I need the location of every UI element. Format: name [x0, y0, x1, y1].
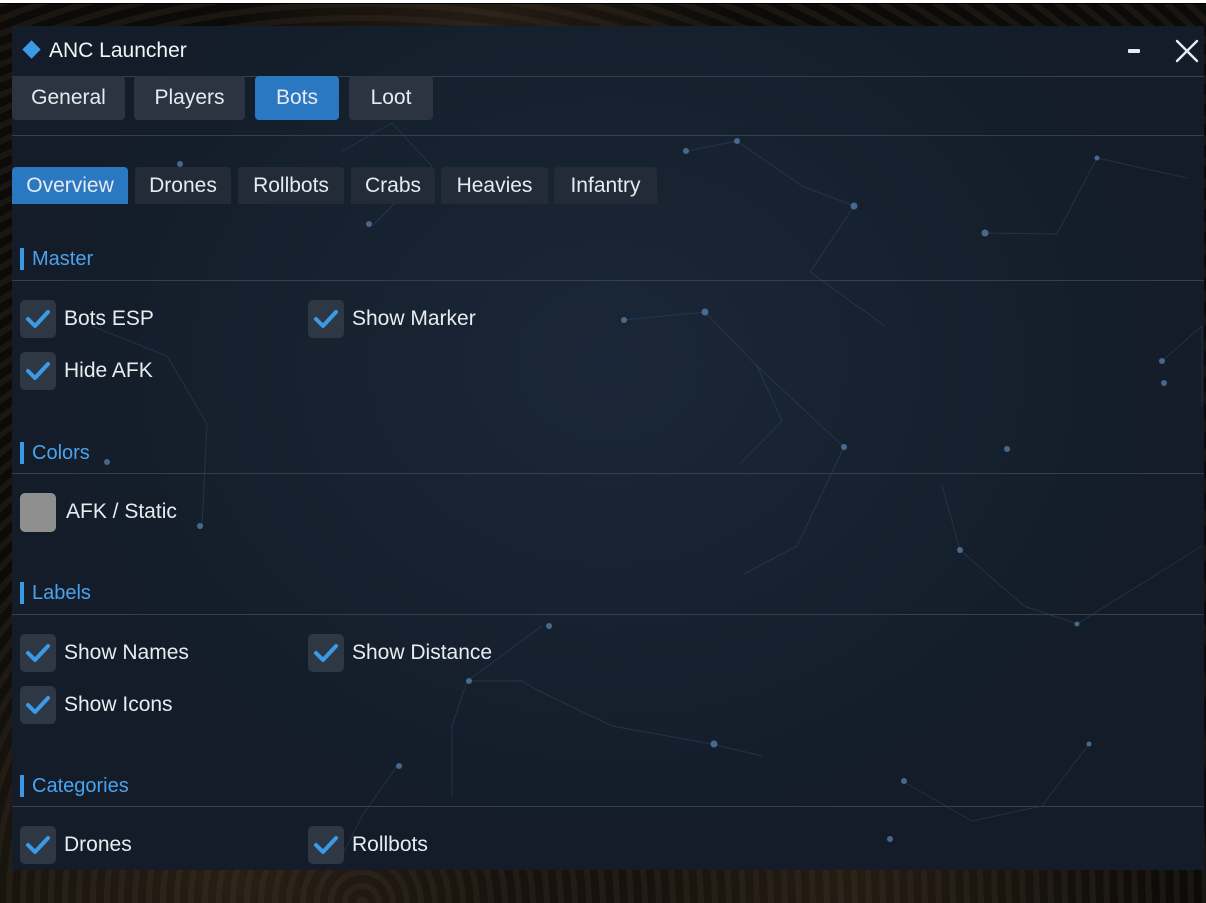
tab-loot[interactable]: Loot [349, 76, 433, 120]
section-divider [12, 280, 1204, 281]
checkmark-icon [26, 310, 50, 328]
toggle-category-drones[interactable]: Drones [20, 826, 132, 864]
subtab-label: Drones [149, 173, 217, 197]
checkbox-label: Drones [64, 833, 132, 856]
checkbox[interactable] [20, 352, 56, 390]
color-afk-static: AFK / Static [20, 492, 177, 532]
section-title: Categories [32, 774, 129, 797]
checkmark-icon [314, 310, 338, 328]
toggle-hide-afk[interactable]: Hide AFK [20, 352, 153, 390]
checkbox-label: Show Names [64, 641, 189, 664]
subtab-drones[interactable]: Drones [135, 167, 231, 204]
network-background [91, 122, 1203, 857]
section-divider [12, 473, 1204, 474]
section-accent-bar [20, 248, 24, 270]
section-title: Master [32, 247, 94, 270]
checkmark-icon [314, 836, 338, 854]
toggle-category-rollbots[interactable]: Rollbots [308, 826, 428, 864]
checkbox[interactable] [308, 634, 344, 672]
checkbox-label: Bots ESP [64, 307, 154, 330]
section-master: Master [20, 246, 93, 272]
checkbox-label: Show Icons [64, 693, 173, 716]
toggle-bots-esp[interactable]: Bots ESP [20, 300, 154, 338]
tab-label: Loot [370, 86, 412, 109]
checkmark-icon [26, 836, 50, 854]
checkmark-icon [26, 362, 50, 380]
subtab-rollbots[interactable]: Rollbots [238, 167, 344, 204]
section-divider [12, 806, 1204, 807]
checkbox-label: Show Distance [352, 641, 493, 664]
section-labels: Labels [20, 580, 91, 606]
close-icon [1175, 39, 1199, 63]
tab-general[interactable]: General [12, 76, 125, 120]
section-accent-bar [20, 775, 24, 797]
minimize-icon [1128, 49, 1140, 53]
color-label: AFK / Static [66, 500, 177, 523]
tabs-divider [12, 135, 1204, 136]
tab-players[interactable]: Players [134, 76, 245, 120]
toggle-show-marker[interactable]: Show Marker [308, 300, 476, 338]
checkbox-label: Rollbots [352, 833, 428, 856]
subtab-label: Crabs [364, 173, 422, 197]
checkmark-icon [26, 696, 50, 714]
subtab-label: Rollbots [253, 173, 329, 197]
section-colors: Colors [20, 440, 90, 466]
top-border [0, 0, 1206, 4]
checkbox-label: Show Marker [352, 307, 476, 330]
toggle-show-distance[interactable]: Show Distance [308, 634, 492, 672]
subtab-label: Overview [26, 173, 114, 197]
minimize-button[interactable] [1126, 40, 1146, 60]
checkbox[interactable] [20, 300, 56, 338]
checkbox-label: Hide AFK [64, 359, 153, 382]
color-swatch[interactable] [20, 492, 56, 532]
checkmark-icon [314, 644, 338, 662]
section-accent-bar [20, 442, 24, 464]
launcher-window: ANC Launcher General Players Bots Loot O… [12, 26, 1204, 870]
section-divider [12, 614, 1204, 615]
tab-label: Bots [275, 86, 319, 109]
toggle-show-icons[interactable]: Show Icons [20, 686, 173, 724]
checkbox[interactable] [20, 634, 56, 672]
checkbox[interactable] [20, 686, 56, 724]
section-categories: Categories [20, 773, 129, 799]
close-button[interactable] [1174, 38, 1200, 64]
section-accent-bar [20, 582, 24, 604]
subtab-crabs[interactable]: Crabs [351, 167, 435, 204]
subtab-infantry[interactable]: Infantry [554, 167, 657, 204]
checkbox[interactable] [308, 300, 344, 338]
diamond-icon [22, 40, 41, 59]
section-title: Labels [32, 581, 91, 604]
subtab-label: Heavies [456, 173, 533, 197]
checkbox[interactable] [308, 826, 344, 864]
tab-label: General [31, 86, 106, 109]
tab-bots[interactable]: Bots [255, 76, 339, 120]
checkmark-icon [26, 644, 50, 662]
title-bar: ANC Launcher [12, 26, 1204, 76]
subtab-label: Infantry [570, 173, 641, 197]
tab-label: Players [154, 86, 225, 109]
toggle-show-names[interactable]: Show Names [20, 634, 189, 672]
subtab-heavies[interactable]: Heavies [441, 167, 548, 204]
subtab-overview[interactable]: Overview [12, 167, 128, 204]
section-title: Colors [32, 441, 90, 464]
window-title: ANC Launcher [49, 39, 187, 62]
checkbox[interactable] [20, 826, 56, 864]
